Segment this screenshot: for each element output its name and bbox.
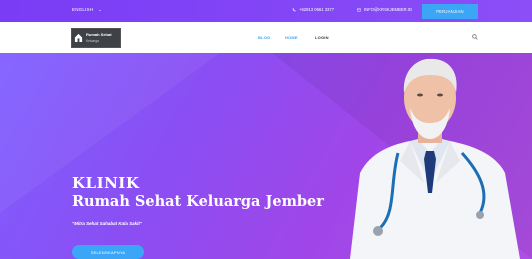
email-address: INFO@KRSKJEMBER.ID <box>364 7 412 12</box>
hero-subtitle: Rumah Sehat Keluarga Jember <box>72 193 324 210</box>
nav-home[interactable]: HOME <box>285 35 298 40</box>
contact-email[interactable]: INFO@KRSKJEMBER.ID <box>357 7 412 12</box>
read-more-button[interactable]: SELENGKAPNYA <box>72 245 144 259</box>
mail-icon <box>357 8 361 11</box>
nav-blog[interactable]: BLOG <box>258 35 270 40</box>
contact-phone[interactable]: +62813 0661 3377 <box>292 7 334 12</box>
search-icon[interactable] <box>472 34 478 40</box>
hero-title: KLINIK <box>72 174 140 192</box>
house-icon <box>74 33 83 42</box>
language-label: ENGLISH <box>72 7 94 12</box>
hero-banner: KLINIK Rumah Sehat Keluarga Jember "Mitr… <box>0 53 532 259</box>
logo-title: Rumah Sehat <box>86 32 112 37</box>
phone-icon <box>292 7 296 11</box>
nav-login[interactable]: LOGIN <box>315 35 329 40</box>
main-navbar: Rumah Sehat Keluarga BLOG HOME LOGIN <box>0 22 532 54</box>
phone-number: +62813 0661 3377 <box>299 7 335 12</box>
hero-tagline: "Mitra Sehat Sahabat Kala Sakit" <box>72 221 143 226</box>
site-logo[interactable]: Rumah Sehat Keluarga <box>71 28 121 48</box>
appointment-button[interactable]: PERJANJIAN <box>422 4 478 19</box>
top-bar: ENGLISH ⌄ +62813 0661 3377 INFO@KRSKJEMBE… <box>0 0 532 22</box>
chevron-down-icon: ⌄ <box>98 7 103 12</box>
doctor-image <box>350 58 520 259</box>
logo-subtitle: Keluarga <box>86 39 99 43</box>
language-selector[interactable]: ENGLISH ⌄ <box>72 7 102 13</box>
